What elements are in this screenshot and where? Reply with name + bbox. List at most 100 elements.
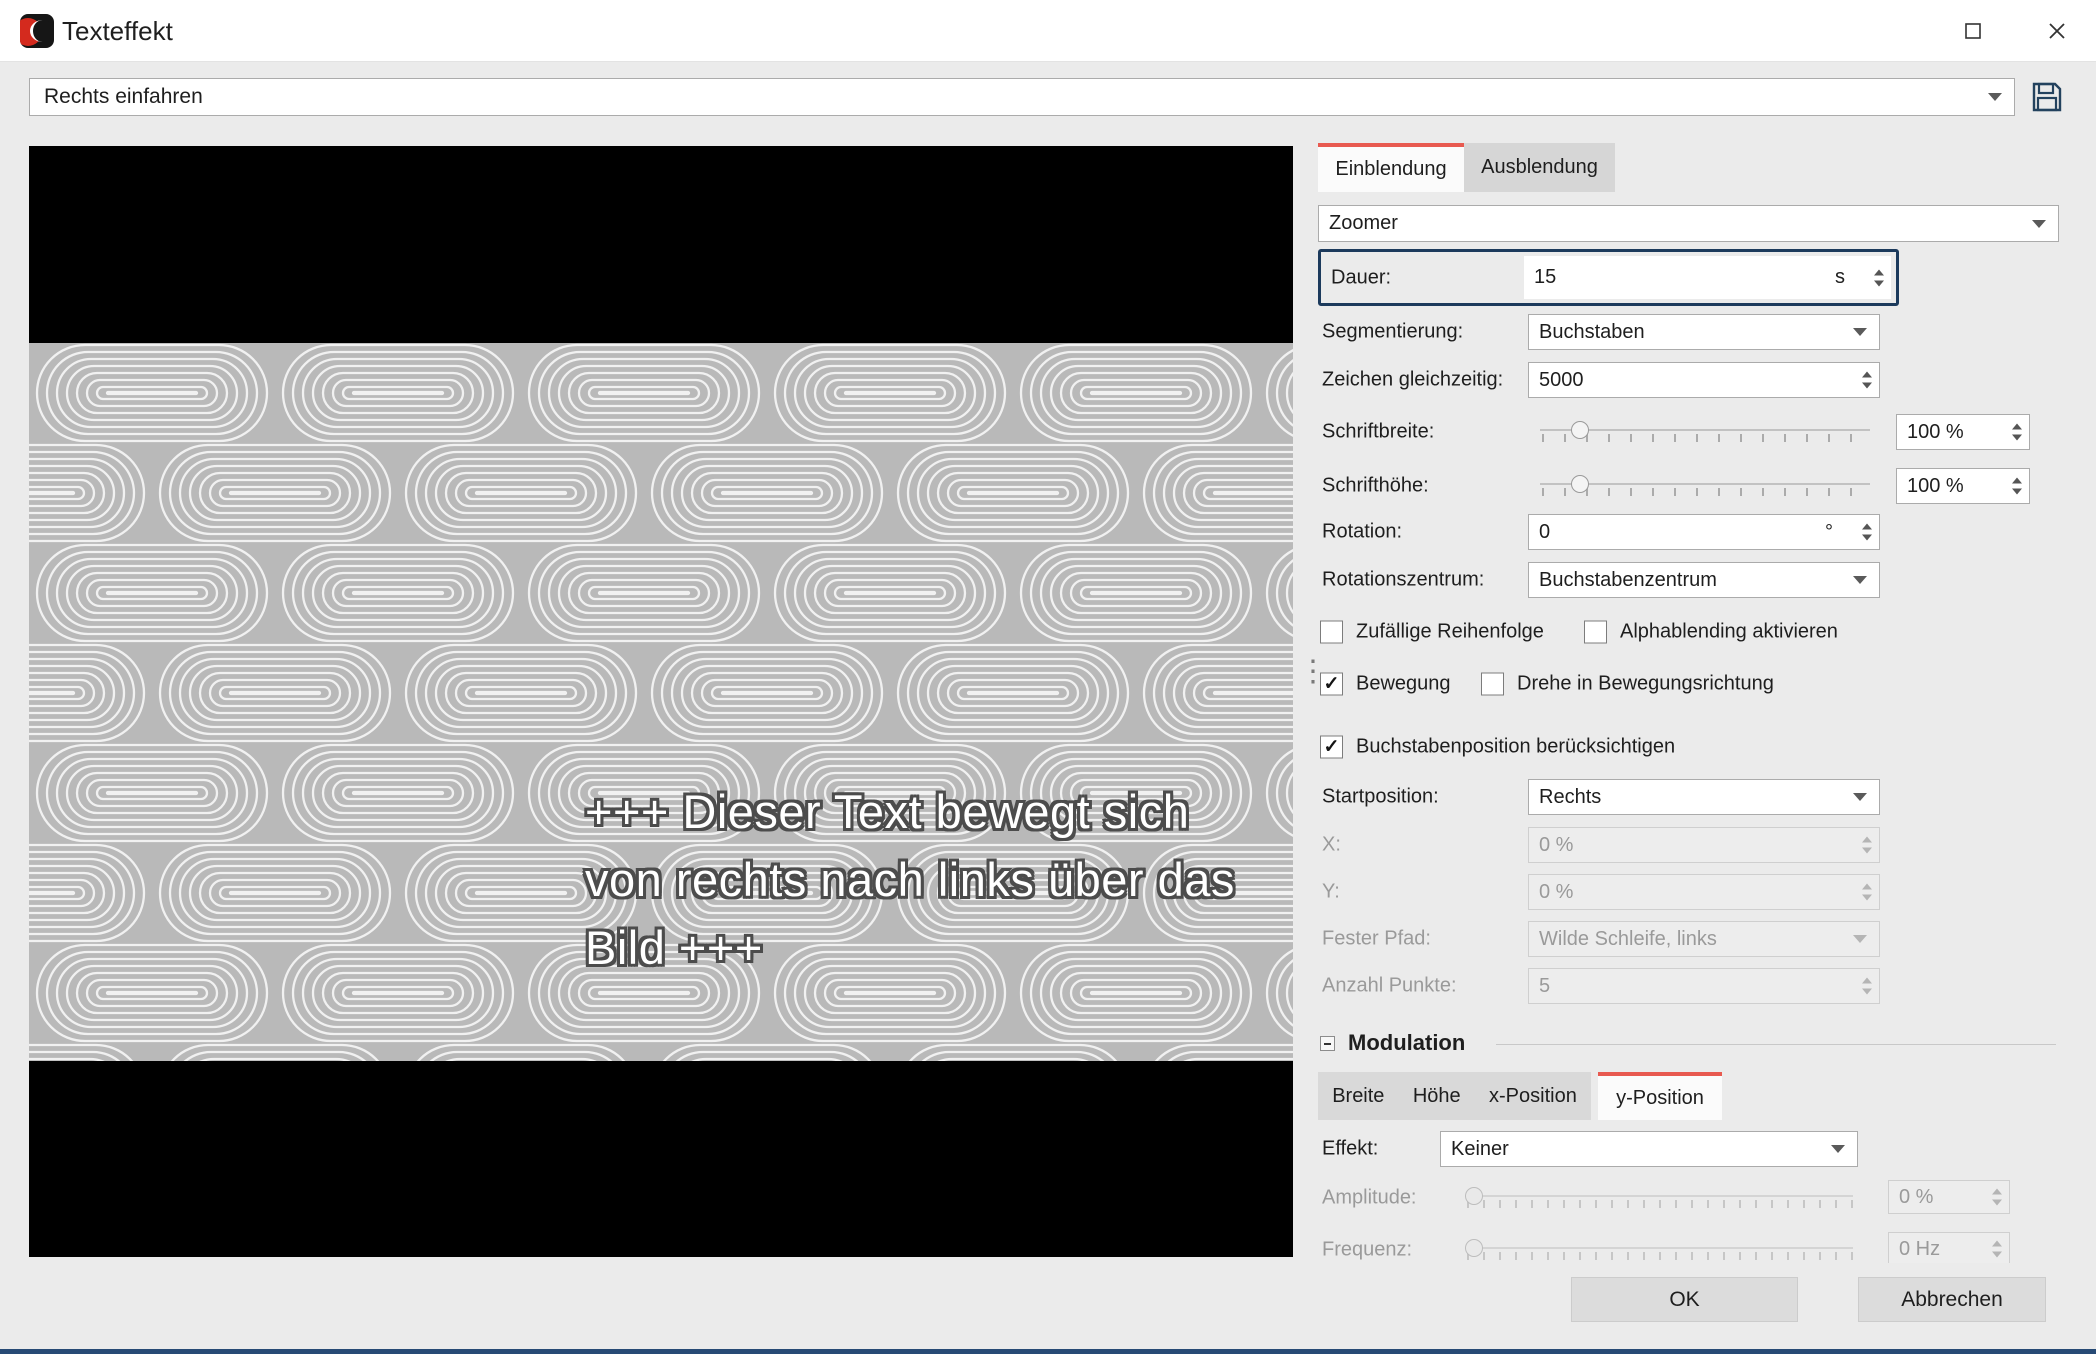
schrifthoehe-stepper[interactable] [2012, 477, 2022, 495]
effekt-value: Keiner [1451, 1137, 1509, 1160]
x-value: 0 % [1539, 833, 1574, 856]
tab-label: Einblendung [1335, 158, 1447, 180]
panel-splitter-handle[interactable]: ⋮ [1298, 657, 1328, 722]
x-input: 0 % [1528, 827, 1880, 863]
frequenz-label: Frequenz: [1322, 1238, 1413, 1261]
window-bottom-edge [0, 1349, 2096, 1354]
slider-thumb[interactable] [1571, 421, 1589, 439]
spinner-down-icon [1862, 988, 1872, 995]
amplitude-label: Amplitude: [1322, 1186, 1417, 1209]
spinner-up-icon [1992, 1240, 2002, 1247]
slider-ticks [1542, 434, 1870, 442]
rotation-unit: ° [1825, 520, 1833, 543]
modulation-title: Modulation [1348, 1030, 1466, 1055]
spinner-up-icon [1862, 523, 1872, 530]
schriftbreite-value: 100 % [1907, 420, 1964, 443]
alphablending-label: Alphablending aktivieren [1620, 620, 1838, 643]
rotation-input[interactable]: 0 ° [1528, 514, 1880, 550]
startposition-value: Rechts [1539, 785, 1602, 808]
dauer-value: 15 [1534, 266, 1557, 288]
amplitude-stepper [1992, 1188, 2002, 1206]
slider-ticks [1542, 488, 1870, 496]
schriftbreite-stepper[interactable] [2012, 423, 2022, 441]
video-preview: +++ Dieser Text bewegt sich von rechts n… [29, 146, 1293, 1257]
spinner-up-icon [1992, 1188, 2002, 1195]
anzahl-punkte-value: 5 [1539, 974, 1551, 997]
chevron-down-icon [2032, 219, 2046, 228]
effect-select[interactable]: Zoomer [1318, 205, 2059, 242]
modulation-section-header: Modulation [1318, 1028, 2060, 1060]
zufaellige-reihenfolge-checkbox[interactable]: ✓ [1320, 620, 1343, 644]
chevron-down-icon [1853, 793, 1867, 801]
zeichen-gleichzeitig-label: Zeichen gleichzeitig: [1322, 368, 1504, 391]
frequenz-value: 0 Hz [1899, 1237, 1941, 1260]
zufaellige-reihenfolge-label: Zufällige Reihenfolge [1356, 620, 1544, 643]
buchstabenposition-checkbox[interactable]: ✓ [1320, 735, 1343, 759]
tab-breite[interactable]: Breite [1332, 1085, 1384, 1108]
zeichen-gleichzeitig-value: 5000 [1539, 368, 1584, 391]
rotation-value: 0 [1539, 520, 1551, 543]
ok-button[interactable]: OK [1571, 1277, 1798, 1322]
app-icon [20, 14, 54, 48]
schriftbreite-input[interactable]: 100 % [1896, 414, 2030, 450]
amplitude-value: 0 % [1899, 1185, 1934, 1208]
segmentierung-value: Buchstaben [1539, 320, 1645, 343]
dauer-group-highlight: Dauer: 15 s [1318, 249, 1899, 306]
zeichen-gleichzeitig-input[interactable]: 5000 [1528, 362, 1880, 398]
frequenz-slider [1465, 1230, 1853, 1263]
tab-y-position[interactable]: y-Position [1598, 1072, 1722, 1120]
modulation-tabs: Breite Höhe x-Position [1318, 1072, 1591, 1120]
overlay-text-line: von rechts nach links über das [585, 853, 1235, 906]
chevron-down-icon [1853, 328, 1867, 336]
y-stepper [1862, 883, 1872, 901]
effekt-select[interactable]: Keiner [1440, 1131, 1858, 1167]
collapse-icon[interactable] [1320, 1036, 1335, 1051]
dauer-input[interactable]: 15 s [1524, 256, 1891, 299]
rotationszentrum-label: Rotationszentrum: [1322, 568, 1485, 591]
cancel-button[interactable]: Abbrechen [1858, 1277, 2046, 1322]
chevron-down-icon [1831, 1145, 1845, 1153]
animated-text-overlay: +++ Dieser Text bewegt sich von rechts n… [585, 778, 1285, 982]
spinner-down-icon [2012, 488, 2022, 495]
spinner-up-icon [1862, 371, 1872, 378]
spinner-down-icon [1874, 280, 1884, 286]
chevron-down-icon [1853, 576, 1867, 584]
y-input: 0 % [1528, 874, 1880, 910]
slider-track [1465, 1195, 1853, 1197]
dauer-label: Dauer: [1331, 266, 1392, 288]
spinner-up-icon [1862, 836, 1872, 843]
schrifthoehe-slider[interactable] [1540, 466, 1870, 504]
alphablending-checkbox[interactable]: ✓ [1584, 620, 1607, 644]
y-value: 0 % [1539, 880, 1574, 903]
slider-thumb [1465, 1239, 1483, 1257]
tab-hoehe[interactable]: Höhe [1413, 1085, 1461, 1108]
spinner-up-icon [2012, 477, 2022, 484]
tab-einblendung[interactable]: Einblendung [1318, 143, 1464, 192]
schrifthoehe-label: Schrifthöhe: [1322, 474, 1429, 497]
dauer-stepper[interactable] [1874, 269, 1884, 286]
rotation-stepper[interactable] [1862, 523, 1872, 541]
segmentierung-select[interactable]: Buchstaben [1528, 314, 1880, 350]
settings-panel: Einblendung Ausblendung Zoomer Dauer: 15… [1318, 0, 2078, 1263]
spinner-down-icon [1862, 847, 1872, 854]
bewegung-checkbox[interactable]: ✓ [1320, 672, 1343, 696]
tab-ausblendung[interactable]: Ausblendung [1464, 143, 1615, 192]
anzahl-punkte-label: Anzahl Punkte: [1322, 974, 1457, 997]
amplitude-slider [1465, 1178, 1853, 1216]
schriftbreite-label: Schriftbreite: [1322, 420, 1435, 443]
schriftbreite-slider[interactable] [1540, 412, 1870, 450]
startposition-label: Startposition: [1322, 785, 1439, 808]
slider-thumb[interactable] [1571, 475, 1589, 493]
overlay-text-line: Bild +++ [585, 921, 763, 974]
schrifthoehe-input[interactable]: 100 % [1896, 468, 2030, 504]
drehe-checkbox[interactable]: ✓ [1481, 672, 1504, 696]
effekt-label: Effekt: [1322, 1137, 1379, 1160]
tab-x-position[interactable]: x-Position [1489, 1085, 1577, 1108]
check-icon: ✓ [1323, 673, 1340, 695]
startposition-select[interactable]: Rechts [1528, 779, 1880, 815]
zeichen-stepper[interactable] [1862, 371, 1872, 389]
spinner-down-icon [1992, 1251, 2002, 1258]
slider-thumb [1465, 1187, 1483, 1205]
fester-pfad-value: Wilde Schleife, links [1539, 927, 1717, 950]
rotationszentrum-select[interactable]: Buchstabenzentrum [1528, 562, 1880, 598]
